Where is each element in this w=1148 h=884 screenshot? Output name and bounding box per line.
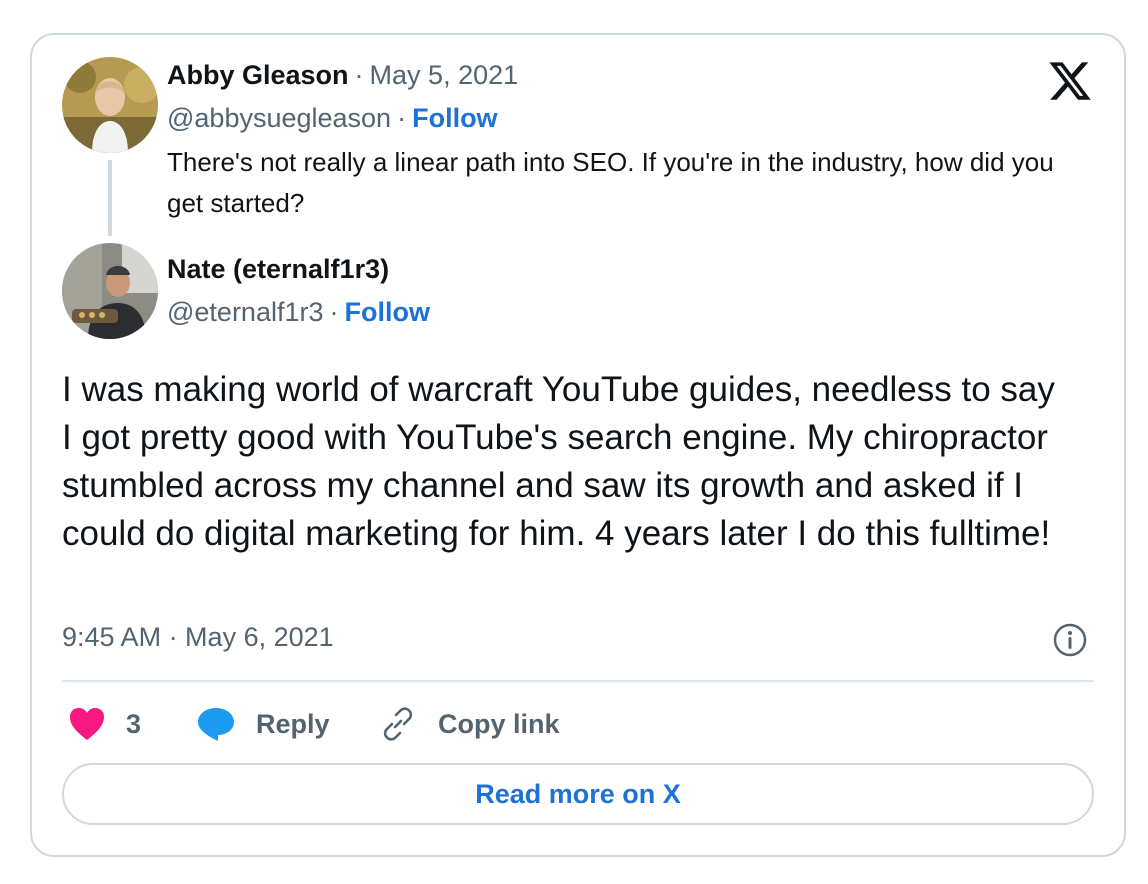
heart-icon <box>70 708 104 740</box>
like-count: 3 <box>126 708 142 739</box>
quoted-tweet-date[interactable]: May 5, 2021 <box>370 60 519 90</box>
follow-nate-button[interactable]: Follow <box>345 297 430 327</box>
x-logo-icon[interactable] <box>1047 58 1093 104</box>
link-icon <box>383 707 413 741</box>
copy-link-label: Copy link <box>438 708 560 739</box>
reply-action[interactable]: Reply <box>196 702 330 746</box>
copy-link-action[interactable]: Copy link <box>380 702 560 746</box>
quoted-author-name[interactable]: Abby Gleason <box>167 60 349 90</box>
reply-bubble-icon <box>198 708 234 741</box>
avatar-abby-gleason[interactable] <box>62 57 158 153</box>
reply-author-handle[interactable]: @eternalf1r3 <box>167 297 324 327</box>
quoted-tweet-text: There's not really a linear path into SE… <box>167 147 1054 218</box>
separator-dot: · <box>329 297 339 327</box>
reply-label: Reply <box>256 708 330 739</box>
like-action[interactable]: 3 <box>68 702 141 746</box>
follow-abby-button[interactable]: Follow <box>412 103 497 133</box>
separator-dot: · <box>354 60 364 90</box>
separator-dot: · <box>397 103 407 133</box>
divider <box>62 680 1094 682</box>
avatar-nate[interactable] <box>62 243 158 339</box>
thread-connector-line <box>108 160 112 236</box>
quoted-handle-row: @abbysuegleason · Follow <box>167 103 498 134</box>
reply-author-name[interactable]: Nate (eternalf1r3) <box>167 254 389 284</box>
reply-handle-row: @eternalf1r3 · Follow <box>167 297 430 328</box>
tweet-timestamp[interactable]: 9:45 AM · May 6, 2021 <box>62 622 334 653</box>
reply-tweet-text: I was making world of warcraft YouTube g… <box>62 370 1055 553</box>
info-icon[interactable] <box>1052 622 1088 658</box>
quoted-author-handle[interactable]: @abbysuegleason <box>167 103 391 133</box>
quoted-tweet-header: Abby Gleason · May 5, 2021 <box>167 60 518 91</box>
read-more-button[interactable]: Read more on X <box>62 763 1094 825</box>
reply-tweet-header: Nate (eternalf1r3) <box>167 254 389 285</box>
